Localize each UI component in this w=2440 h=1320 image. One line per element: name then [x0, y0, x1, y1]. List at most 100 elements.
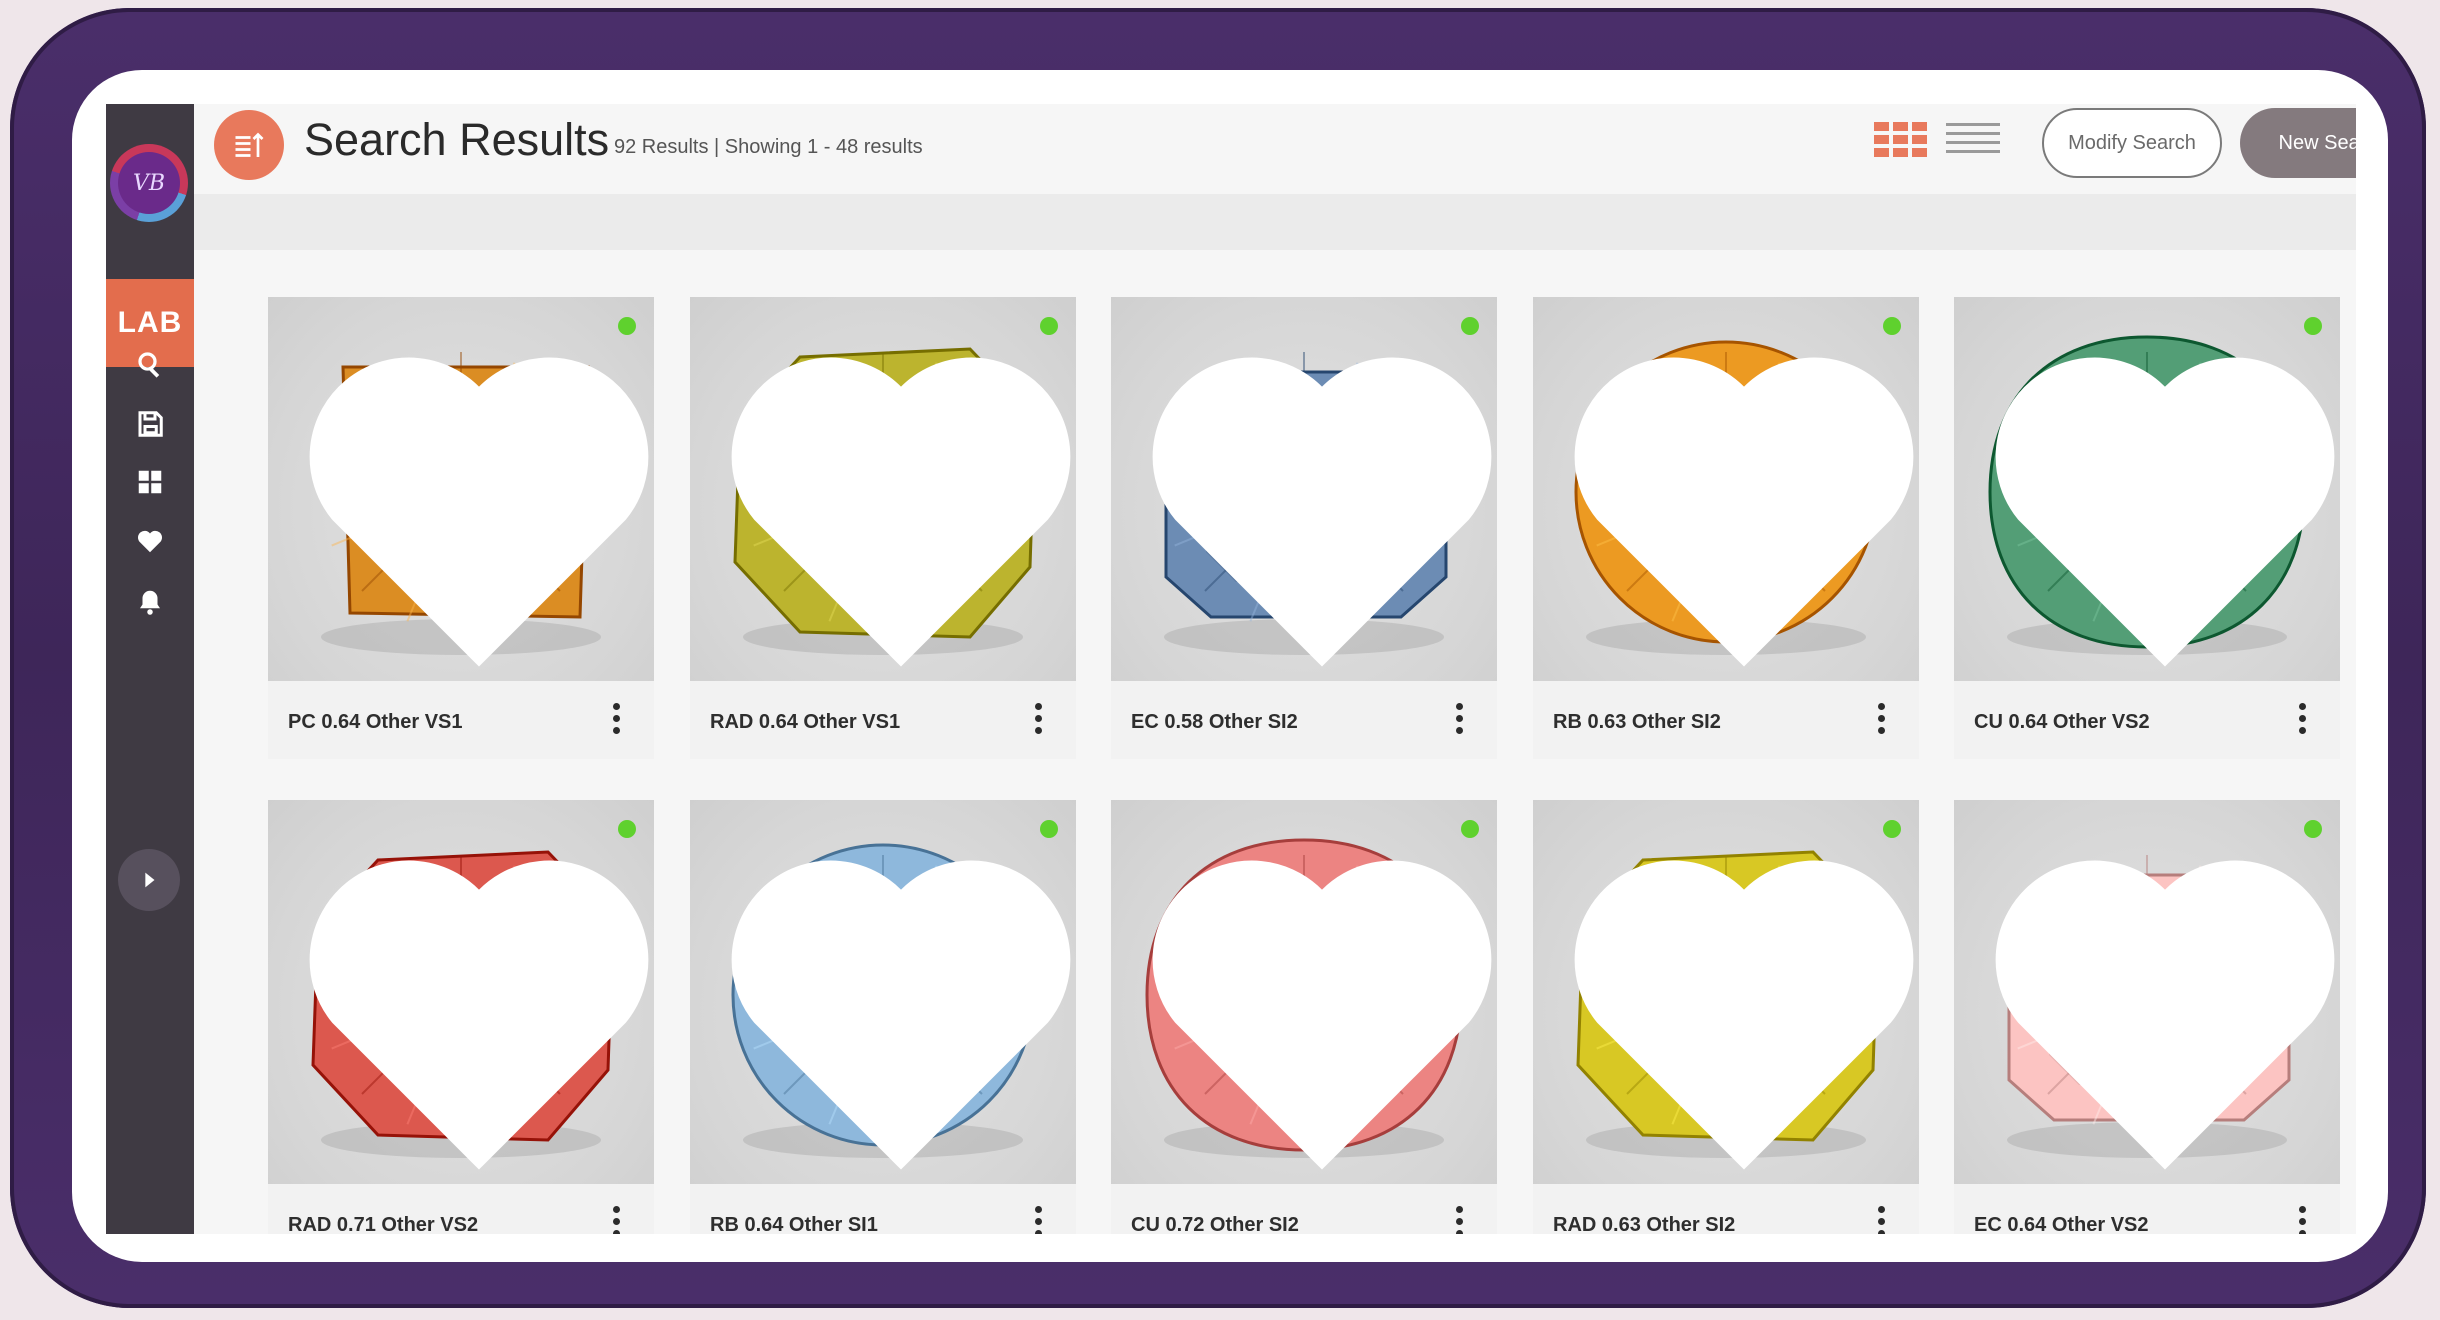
availability-indicator — [2304, 317, 2322, 335]
sidebar: VB LAB — [106, 104, 194, 1234]
kebab-menu-icon — [1871, 1206, 1891, 1234]
favorite-button[interactable] — [708, 816, 1071, 1170]
stone-image[interactable] — [690, 800, 1076, 1184]
stone-summary[interactable]: PC 0.64 Other VS1 — [288, 711, 463, 734]
card-menu-button[interactable] — [2292, 1202, 2312, 1234]
favorite-button[interactable] — [1551, 816, 1914, 1170]
card-menu-button[interactable] — [1028, 699, 1048, 741]
stone-image[interactable] — [1954, 800, 2340, 1184]
brand-logo[interactable]: VB — [110, 144, 188, 222]
result-card[interactable]: RB 0.63 Other SI2 — [1533, 297, 1919, 759]
favorite-button[interactable] — [1129, 816, 1492, 1170]
result-card[interactable]: PC 0.64 Other VS1 — [268, 297, 654, 759]
kebab-menu-icon — [1028, 703, 1048, 734]
card-menu-button[interactable] — [1871, 699, 1891, 741]
result-card[interactable]: CU 0.72 Other SI2 — [1111, 800, 1497, 1234]
stone-summary[interactable]: EC 0.58 Other SI2 — [1131, 711, 1298, 734]
favorite-button[interactable] — [1551, 313, 1914, 667]
stone-image[interactable] — [1111, 800, 1497, 1184]
result-card[interactable]: CU 0.64 Other VS2 — [1954, 297, 2340, 759]
stone-image[interactable] — [1533, 297, 1919, 681]
card-footer: RAD 0.63 Other SI2 — [1533, 1184, 1919, 1234]
kebab-menu-icon — [1449, 1206, 1469, 1234]
card-menu-button[interactable] — [606, 699, 626, 741]
favorite-button[interactable] — [286, 816, 649, 1170]
new-search-button[interactable]: New Search — [2240, 108, 2356, 178]
list-view-icon — [1946, 123, 2000, 153]
result-card[interactable]: RAD 0.63 Other SI2 — [1533, 800, 1919, 1234]
result-card[interactable]: EC 0.64 Other VS2 — [1954, 800, 2340, 1234]
availability-indicator — [1883, 317, 1901, 335]
grid-view-icon — [1874, 122, 1927, 157]
card-menu-button[interactable] — [1028, 1202, 1048, 1234]
sort-icon — [235, 132, 264, 157]
heart-outline-icon — [1152, 357, 1492, 667]
card-footer: RB 0.63 Other SI2 — [1533, 681, 1919, 759]
favorite-button[interactable] — [1972, 313, 2335, 667]
sidebar-expand-button[interactable] — [118, 849, 180, 911]
device-frame: VB LAB Search Results 92 Results | Showi… — [10, 8, 2426, 1308]
save-icon — [138, 411, 163, 437]
modify-search-button[interactable]: Modify Search — [2042, 108, 2222, 178]
result-card[interactable]: EC 0.58 Other SI2 — [1111, 297, 1497, 759]
card-menu-button[interactable] — [606, 1202, 626, 1234]
card-footer: RAD 0.71 Other VS2 — [268, 1184, 654, 1234]
page-title: Search Results — [304, 114, 610, 165]
card-footer: PC 0.64 Other VS1 — [268, 681, 654, 759]
kebab-menu-icon — [2292, 1206, 2312, 1234]
stone-image[interactable] — [690, 297, 1076, 681]
brand-monogram: VB — [118, 152, 180, 214]
chevron-right-icon — [145, 872, 155, 888]
stone-summary[interactable]: RAD 0.63 Other SI2 — [1553, 1214, 1735, 1234]
favorite-button[interactable] — [708, 313, 1071, 667]
stone-summary[interactable]: CU 0.64 Other VS2 — [1974, 711, 2150, 734]
card-menu-button[interactable] — [1449, 699, 1469, 741]
result-card[interactable]: RAD 0.71 Other VS2 — [268, 800, 654, 1234]
sidebar-item-favorites[interactable] — [124, 515, 176, 567]
stone-image[interactable] — [1533, 800, 1919, 1184]
sidebar-item-search[interactable] — [124, 338, 176, 390]
card-footer: RAD 0.64 Other VS1 — [690, 681, 1076, 759]
stone-image[interactable] — [268, 800, 654, 1184]
results-count: 92 Results | Showing 1 - 48 results — [614, 136, 923, 158]
availability-indicator — [2304, 820, 2322, 838]
dashboard-icon — [138, 470, 162, 494]
stone-summary[interactable]: RB 0.64 Other SI1 — [710, 1214, 878, 1234]
list-view-toggle[interactable] — [1946, 120, 2000, 160]
sidebar-item-notifications[interactable] — [124, 576, 176, 628]
favorite-button[interactable] — [286, 313, 649, 667]
stone-summary[interactable]: RAD 0.71 Other VS2 — [288, 1214, 478, 1234]
card-menu-button[interactable] — [1871, 1202, 1891, 1234]
card-footer: RB 0.64 Other SI1 — [690, 1184, 1076, 1234]
stone-image[interactable] — [1111, 297, 1497, 681]
card-footer: EC 0.64 Other VS2 — [1954, 1184, 2340, 1234]
card-menu-button[interactable] — [1449, 1202, 1469, 1234]
stone-summary[interactable]: EC 0.64 Other VS2 — [1974, 1214, 2149, 1234]
stone-summary[interactable]: RAD 0.64 Other VS1 — [710, 711, 900, 734]
availability-indicator — [1040, 820, 1058, 838]
heart-icon — [137, 530, 163, 553]
results-header: Search Results 92 Results | Showing 1 - … — [194, 104, 2356, 194]
stone-summary[interactable]: RB 0.63 Other SI2 — [1553, 711, 1721, 734]
availability-indicator — [1461, 317, 1479, 335]
heart-outline-icon — [731, 357, 1071, 667]
favorite-button[interactable] — [1129, 313, 1492, 667]
sidebar-item-dashboard[interactable] — [124, 456, 176, 508]
stone-summary[interactable]: CU 0.72 Other SI2 — [1131, 1214, 1299, 1234]
result-card[interactable]: RB 0.64 Other SI1 — [690, 800, 1076, 1234]
stone-image[interactable] — [1954, 297, 2340, 681]
result-card[interactable]: RAD 0.64 Other VS1 — [690, 297, 1076, 759]
search-icon — [138, 352, 160, 378]
sort-button[interactable] — [214, 110, 284, 180]
stone-image[interactable] — [268, 297, 654, 681]
grid-view-toggle[interactable] — [1874, 120, 1928, 160]
kebab-menu-icon — [606, 703, 626, 734]
availability-indicator — [1883, 820, 1901, 838]
heart-outline-icon — [309, 860, 649, 1170]
card-footer: CU 0.72 Other SI2 — [1111, 1184, 1497, 1234]
availability-indicator — [618, 820, 636, 838]
sidebar-item-saved[interactable] — [124, 398, 176, 450]
card-menu-button[interactable] — [2292, 699, 2312, 741]
favorite-button[interactable] — [1972, 816, 2335, 1170]
heart-outline-icon — [309, 357, 649, 667]
